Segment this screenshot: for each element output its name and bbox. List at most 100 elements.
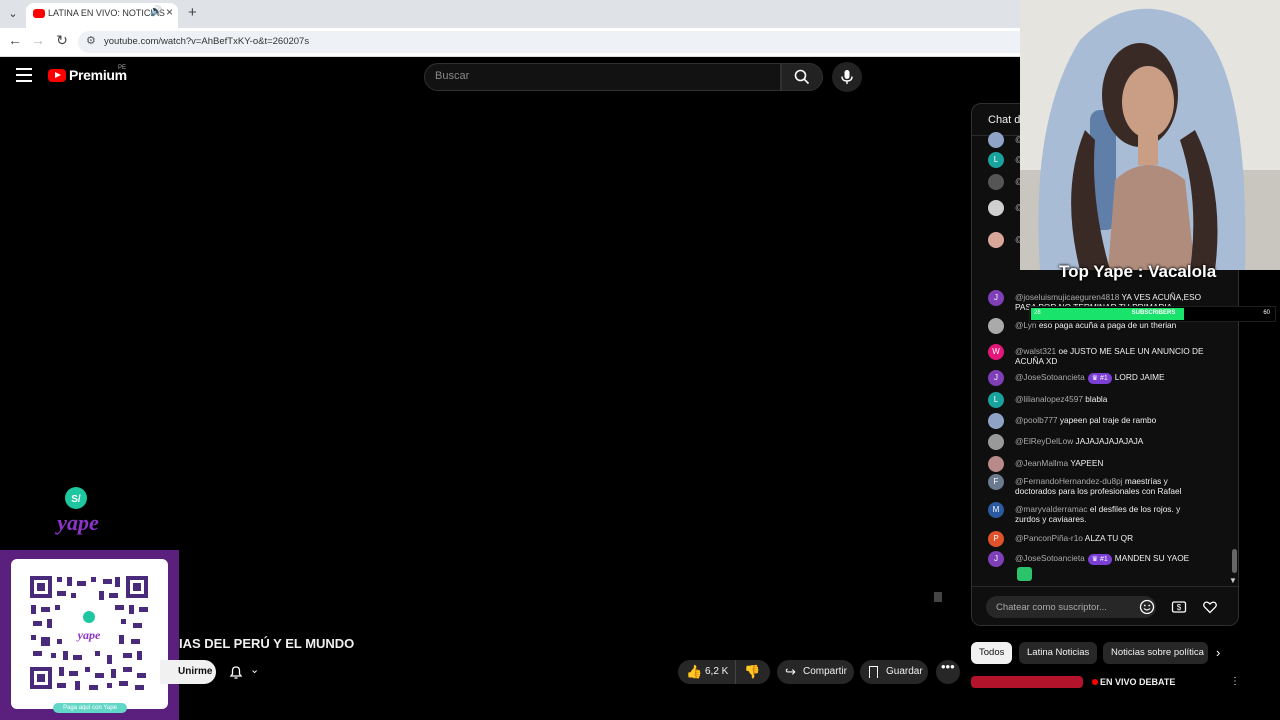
emoji-button[interactable] — [1139, 599, 1155, 615]
avatar[interactable]: F — [988, 474, 1004, 490]
country-code: PE — [118, 65, 127, 71]
notification-bell-button[interactable]: ⌄ — [224, 660, 270, 684]
qr-caption: Paga aquí con Yape — [53, 703, 127, 713]
chat-author[interactable]: @JeanMallma — [1015, 458, 1068, 468]
member-badge: ♛ #1 — [1087, 554, 1112, 565]
chat-author[interactable]: @JoseSotoancieta — [1015, 553, 1085, 563]
avatar[interactable]: L — [988, 152, 1004, 168]
chat-author[interactable]: @walst321 — [1015, 346, 1056, 356]
chat-message-body: @JoseSotoancieta ♛ #1 MANDEN SU YAOE — [1015, 553, 1205, 565]
chat-text: MANDEN SU YAOE — [1114, 553, 1190, 563]
chat-message-body: @JoseSotoancieta ♛ #1 LORD JAIME — [1015, 372, 1205, 384]
subscriber-goal-target: 60 — [1263, 310, 1270, 316]
search-button[interactable] — [781, 63, 823, 91]
chat-text: YAPEEN — [1070, 458, 1104, 468]
dislike-button[interactable]: 👎 — [744, 660, 766, 684]
like-button[interactable]: 👍 6,2 K — [678, 660, 736, 684]
chat-author[interactable]: @FernandoHernandez-du8pj — [1015, 476, 1123, 486]
microphone-icon — [841, 70, 853, 84]
close-tab-icon[interactable]: × — [166, 5, 173, 19]
chat-author[interactable]: @joseluismujicaeguren4818 — [1015, 292, 1119, 302]
chat-message-body: @ElReyDelLow JAJAJAJAJAJAJA — [1015, 436, 1205, 446]
like-dislike-group: 👍 6,2 K 👎 — [678, 660, 770, 684]
chat-author[interactable]: @maryvalderramac — [1015, 504, 1088, 514]
browser-tab-active[interactable]: LATINA EN VIVO: NOTICIAS 🔊 × — [26, 3, 178, 28]
avatar[interactable] — [988, 318, 1004, 334]
back-arrow-icon[interactable]: ← — [5, 32, 25, 48]
heart-reaction-button[interactable] — [1202, 599, 1218, 615]
chat-text: yapeen pal traje de rambo — [1059, 415, 1157, 425]
chat-message-body: @walst321 oe JUSTO ME SALE UN ANUNCIO DE… — [1015, 346, 1205, 367]
chat-text: JAJAJAJAJAJAJA — [1075, 436, 1144, 446]
emoji-sticker — [1017, 567, 1032, 581]
bell-icon — [229, 666, 243, 679]
avatar[interactable]: J — [988, 551, 1004, 567]
reload-icon[interactable]: ↻ — [52, 32, 72, 49]
speaker-icon[interactable]: 🔊 — [150, 6, 162, 17]
chat-message-body: @PanconPiña-r1o ALZA TU QR — [1015, 533, 1205, 543]
avatar[interactable] — [988, 413, 1004, 429]
scroll-down-icon[interactable]: ▼ — [1229, 576, 1237, 585]
avatar[interactable]: J — [988, 370, 1004, 386]
chat-message-body: @poolb777 yapeen pal traje de rambo — [1015, 415, 1205, 425]
yape-logo-graphic: S/ yape — [54, 487, 99, 535]
more-actions-button[interactable]: ••• — [936, 659, 960, 684]
recommendation-menu-icon[interactable]: ⋮ — [1230, 676, 1240, 687]
subscriber-goal-label: SUBSCRIBERS — [1131, 310, 1176, 316]
save-button[interactable]: Guardar — [860, 660, 928, 684]
heart-icon — [1203, 601, 1217, 614]
member-badge: ♛ #1 — [1087, 373, 1112, 384]
chat-text: ALZA TU QR — [1084, 533, 1134, 543]
tab-list-chevron-icon[interactable]: ⌄ — [4, 5, 22, 23]
avatar[interactable]: W — [988, 344, 1004, 360]
top-yape-banner: Top Yape : Vacalola — [1059, 262, 1217, 281]
chat-author[interactable]: @lilianalopez4597 — [1015, 394, 1083, 404]
recommendation-thumbnail[interactable] — [971, 676, 1083, 688]
avatar[interactable] — [988, 174, 1004, 190]
chip[interactable]: Todos — [971, 642, 1013, 664]
avatar[interactable] — [988, 434, 1004, 450]
avatar[interactable] — [988, 132, 1004, 148]
url-text[interactable]: youtube.com/watch?v=AhBefTxKY-o&t=260207… — [104, 36, 309, 47]
forward-arrow-icon[interactable]: → — [28, 32, 48, 48]
search-input[interactable] — [435, 70, 765, 82]
chat-author[interactable]: @PanconPiña-r1o — [1015, 533, 1083, 543]
search-icon — [794, 69, 810, 85]
chat-author[interactable]: @poolb777 — [1015, 415, 1058, 425]
youtube-favicon-icon — [33, 9, 45, 18]
chat-author[interactable]: @JoseSotoancieta — [1015, 372, 1085, 382]
youtube-header: Premium PE — [0, 57, 1020, 97]
chip[interactable]: Noticias sobre política — [1103, 642, 1208, 664]
bookmark-icon — [869, 666, 878, 678]
join-button[interactable]: Unirme — [160, 660, 216, 684]
search-box[interactable] — [424, 63, 781, 91]
thumbs-up-icon: 👍 — [686, 664, 703, 679]
avatar[interactable]: M — [988, 502, 1004, 518]
chat-author[interactable]: @ElReyDelLow — [1015, 436, 1073, 446]
more-dots-icon: ••• — [941, 659, 955, 674]
hamburger-menu-icon[interactable] — [16, 68, 32, 82]
qr-yape-word: yape — [76, 628, 101, 642]
video-player[interactable] — [0, 97, 960, 627]
chips-next-arrow-icon[interactable]: › — [1216, 645, 1220, 660]
voice-search-button[interactable] — [832, 62, 862, 92]
avatar[interactable] — [988, 456, 1004, 472]
share-button[interactable]: ↪ Compartir — [777, 660, 854, 684]
chat-message-input[interactable] — [986, 596, 1156, 618]
recommendation-title[interactable]: EN VIVO DEBATE — [1100, 677, 1175, 687]
chat-scrollbar[interactable] — [1232, 549, 1237, 573]
svg-text:$: $ — [1177, 603, 1182, 612]
yape-qr-code: yape — [11, 559, 168, 709]
avatar[interactable] — [988, 232, 1004, 248]
avatar[interactable] — [988, 200, 1004, 216]
chip[interactable]: Latina Noticias — [1019, 642, 1098, 664]
chevron-down-icon: ⌄ — [250, 664, 260, 676]
chat-message-body: @FernandoHernandez-du8pj maestrías y doc… — [1015, 476, 1205, 497]
super-chat-button[interactable]: $ — [1171, 599, 1187, 615]
avatar[interactable]: P — [988, 531, 1004, 547]
browser-tab-title: LATINA EN VIVO: NOTICIAS — [48, 8, 165, 18]
avatar[interactable]: L — [988, 392, 1004, 408]
site-info-icon[interactable]: ⚙ — [86, 34, 96, 47]
avatar[interactable]: J — [988, 290, 1004, 306]
new-tab-plus-icon[interactable]: + — [188, 4, 197, 21]
